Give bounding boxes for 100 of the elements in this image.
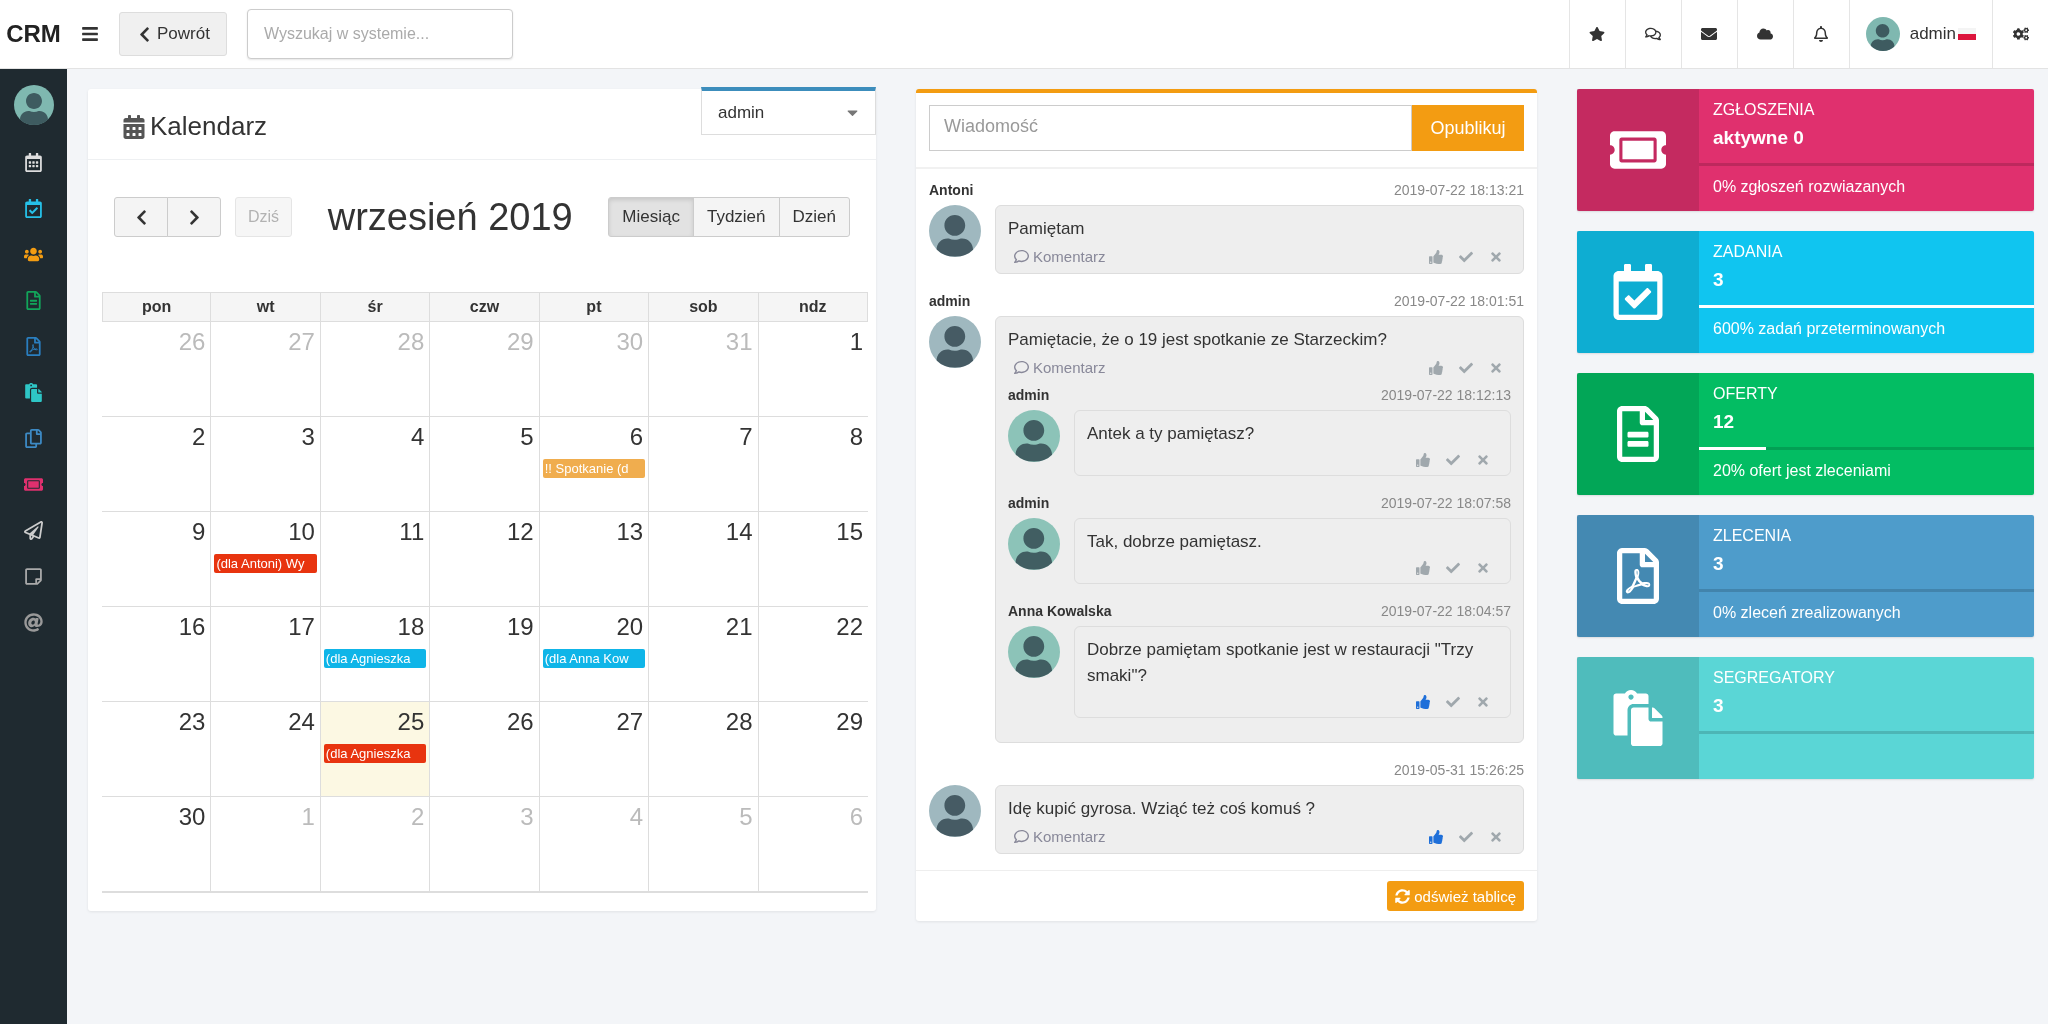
avatar (1008, 626, 1060, 678)
day-cell[interactable]: 16 (102, 607, 212, 702)
speech-bubble-icon (1014, 360, 1029, 375)
day-number: 12 (507, 518, 535, 546)
avatar (1008, 518, 1060, 570)
close-button[interactable] (1489, 360, 1503, 375)
message-text: Antek a ty pamiętasz? (1087, 423, 1256, 445)
day-cell[interactable]: 28 (649, 702, 759, 797)
card-footer: 600% zadań przeterminowanych (1699, 308, 2034, 338)
user-select[interactable]: admin (701, 87, 876, 135)
day-cell[interactable]: 4 (320, 417, 431, 512)
day-number: 23 (178, 708, 207, 736)
like-button[interactable] (1429, 249, 1443, 264)
check-button[interactable] (1459, 829, 1473, 844)
message-text: Pamiętam (1008, 218, 1086, 240)
day-cell[interactable]: 3 (211, 417, 321, 512)
day-number: 4 (410, 423, 426, 451)
cloud-icon (1757, 26, 1774, 42)
message-text: Tak, dobrze pamiętasz. (1087, 531, 1263, 553)
card-title: SEGREGATORY (1712, 668, 1836, 687)
thumbs-up-icon (1429, 249, 1443, 264)
day-number: 15 (836, 518, 864, 546)
close-button[interactable] (1489, 249, 1503, 264)
settings-icon (2012, 26, 2029, 42)
day-cell[interactable]: 17 (211, 607, 321, 702)
timestamp: 2019-07-22 18:07:58 (1381, 495, 1511, 511)
day-cell[interactable]: 13 (539, 512, 650, 607)
search-field[interactable]: Wyszukaj w systemie... (246, 9, 513, 59)
next-button[interactable] (167, 197, 221, 237)
avatar (929, 785, 981, 837)
card-footer: 0% zleceń zrealizowanych (1699, 592, 2034, 622)
view-tab[interactable]: Miesiąc (608, 197, 694, 237)
view-tab[interactable]: Dzień (778, 197, 850, 237)
previous-button[interactable] (114, 197, 168, 237)
day-number: 5 (739, 803, 754, 831)
close-button[interactable] (1476, 453, 1490, 467)
like-button[interactable] (1416, 695, 1430, 709)
check-button[interactable] (1459, 360, 1473, 375)
day-cell[interactable]: 20 (dla Anna Kow (539, 607, 650, 702)
check-button[interactable] (1446, 695, 1460, 709)
weekday-header: śr (320, 292, 431, 322)
day-cell[interactable]: 26 (430, 702, 540, 797)
day-cell[interactable]: 10 (dla Antoni) Wy (211, 512, 321, 607)
author-name: admin (1008, 387, 1050, 403)
like-button[interactable] (1416, 561, 1430, 575)
card-value: 3 (1712, 694, 1725, 718)
check-button[interactable] (1459, 249, 1473, 264)
stat-card[interactable]: ZGŁOSZENIA aktywne 0 0% zgłoszeń rozwiazanych (1577, 89, 2034, 211)
day-number: 3 (520, 803, 535, 831)
weekday-header: sob (649, 292, 759, 322)
day-cell[interactable]: 5 (430, 417, 540, 512)
day-cell[interactable]: 21 (649, 607, 759, 702)
day-cell[interactable]: 11 (320, 512, 431, 607)
weekday-header: pt (539, 292, 650, 322)
thumbs-up-icon (1416, 695, 1430, 709)
day-number: 2 (410, 803, 426, 831)
day-number: 27 (616, 708, 645, 736)
view-tab[interactable]: Tydzień (692, 197, 780, 237)
day-cell[interactable]: 14 (649, 512, 759, 607)
speech-bubble-icon (1014, 829, 1029, 844)
day-cell[interactable]: 27 (539, 702, 650, 797)
day-cell[interactable]: 25 (dla Agnieszka (320, 702, 431, 797)
logo[interactable]: CRM (0, 20, 67, 48)
star-icon (1589, 26, 1606, 42)
day-cell[interactable]: 2 (102, 417, 212, 512)
day-cell[interactable]: 30 (102, 797, 212, 892)
day-cell[interactable]: 12 (430, 512, 540, 607)
card-title: ZGŁOSZENIA (1712, 100, 1816, 119)
close-button[interactable] (1476, 695, 1490, 709)
calendar-event[interactable]: (dla Agnieszka (323, 744, 427, 763)
day-cell[interactable]: 18 (dla Agnieszka (320, 607, 431, 702)
day-cell[interactable]: 24 (211, 702, 321, 797)
day-number: 9 (192, 518, 207, 546)
day-cell[interactable]: 19 (430, 607, 540, 702)
message-field[interactable]: Wiadomość (929, 105, 1412, 151)
day-number: 20 (616, 613, 645, 641)
like-button[interactable] (1429, 360, 1443, 375)
day-cell[interactable]: 7 (649, 417, 759, 512)
mail-icon (1701, 26, 1718, 42)
close-button[interactable] (1489, 829, 1503, 844)
timestamp: 2019-05-31 15:26:25 (1394, 762, 1524, 778)
day-cell[interactable]: 6 !! Spotkanie (d (539, 417, 650, 512)
day-cell[interactable]: 23 (102, 702, 212, 797)
card-title: ZADANIA (1712, 242, 1784, 261)
like-button[interactable] (1429, 829, 1443, 844)
day-number: 27 (288, 328, 316, 356)
like-button[interactable] (1416, 453, 1430, 467)
day-number: 25 (397, 708, 426, 736)
day-number: 22 (836, 613, 864, 641)
day-cell[interactable]: 9 (102, 512, 212, 607)
check-button[interactable] (1446, 561, 1460, 575)
check-button[interactable] (1446, 453, 1460, 467)
day-number: 18 (397, 613, 426, 641)
close-button[interactable] (1476, 561, 1490, 575)
card-value: 3 (1712, 552, 1725, 576)
back-button[interactable]: Powrót (119, 12, 227, 56)
card-footer: 0% zgłoszeń rozwiazanych (1699, 166, 2034, 196)
calendar-event[interactable]: (dla Antoni) Wy (214, 554, 317, 573)
day-number: 17 (288, 613, 316, 641)
speech-bubble-icon (1014, 249, 1029, 264)
